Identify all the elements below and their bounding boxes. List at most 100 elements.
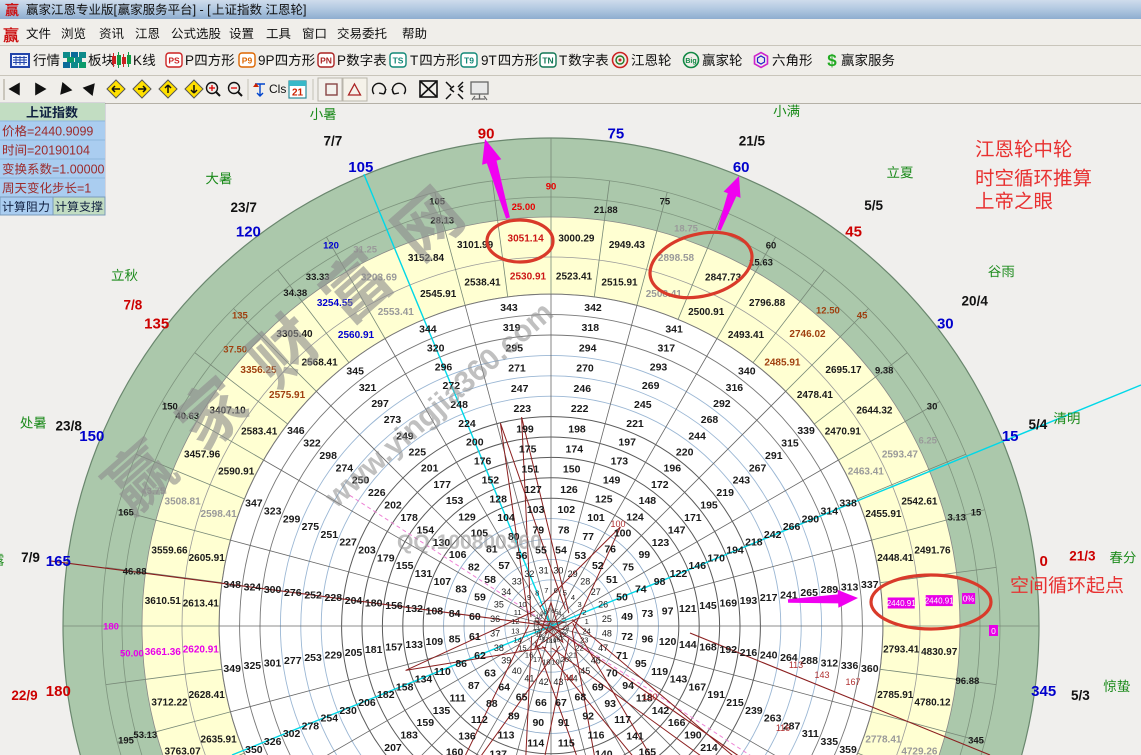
svg-text:326: 326	[264, 736, 282, 748]
svg-text:24: 24	[583, 626, 591, 635]
svg-text:217: 217	[760, 592, 778, 604]
svg-text:339: 339	[797, 425, 815, 437]
svg-text:101: 101	[587, 512, 605, 524]
svg-text:266: 266	[783, 521, 801, 533]
svg-text:53: 53	[575, 550, 587, 562]
svg-text:48: 48	[602, 629, 612, 639]
svg-text:113: 113	[789, 660, 803, 670]
svg-text:254: 254	[321, 713, 339, 725]
svg-text:166: 166	[668, 717, 686, 729]
svg-text:321: 321	[359, 382, 377, 394]
svg-text:2620.91: 2620.91	[183, 645, 220, 656]
svg-text:87: 87	[468, 680, 480, 692]
svg-text:346: 346	[287, 425, 305, 437]
svg-text:171: 171	[684, 512, 702, 524]
svg-text:75: 75	[608, 125, 625, 142]
svg-text:223: 223	[514, 403, 532, 415]
svg-text:215: 215	[726, 697, 744, 709]
svg-text:63: 63	[484, 668, 496, 680]
svg-text:35: 35	[494, 600, 504, 610]
svg-text:31: 31	[539, 565, 549, 575]
svg-text:193: 193	[740, 595, 758, 607]
svg-text:301: 301	[264, 657, 282, 669]
svg-text:116: 116	[588, 729, 605, 741]
svg-text:90: 90	[546, 181, 557, 192]
svg-text:119: 119	[651, 666, 668, 678]
svg-text:5/4: 5/4	[1029, 417, 1048, 432]
svg-text:30: 30	[553, 565, 563, 575]
svg-text:62: 62	[474, 650, 486, 662]
svg-text:297: 297	[371, 398, 389, 410]
svg-text:7/7: 7/7	[324, 133, 343, 148]
svg-text:347: 347	[245, 498, 263, 510]
svg-text:2695.17: 2695.17	[825, 365, 862, 376]
svg-text:167: 167	[689, 681, 707, 693]
svg-text:25: 25	[602, 614, 612, 624]
svg-text:116: 116	[776, 723, 790, 733]
svg-text:246: 246	[574, 383, 592, 395]
svg-text:9: 9	[527, 593, 531, 602]
svg-text:243: 243	[733, 475, 751, 487]
svg-text:345: 345	[968, 735, 985, 746]
svg-text:3.13: 3.13	[947, 513, 966, 524]
svg-text:2628.41: 2628.41	[189, 690, 226, 701]
svg-text:136: 136	[458, 730, 476, 742]
svg-text:6.25: 6.25	[918, 435, 937, 446]
svg-text:134: 134	[415, 674, 433, 686]
svg-text:177: 177	[433, 479, 451, 491]
svg-text:278: 278	[302, 720, 320, 732]
svg-text:3508.81: 3508.81	[165, 497, 202, 508]
svg-text:130: 130	[642, 692, 657, 702]
svg-text:343: 343	[500, 302, 518, 314]
svg-text:T: T	[559, 53, 567, 68]
svg-text:173: 173	[611, 456, 629, 468]
svg-text:Cls: Cls	[269, 82, 286, 96]
svg-text:61: 61	[469, 631, 481, 643]
svg-text:2545.91: 2545.91	[420, 289, 457, 300]
svg-text:226: 226	[368, 487, 386, 499]
svg-text:150: 150	[79, 428, 104, 445]
svg-text:60: 60	[766, 240, 777, 251]
svg-text:=1.00000: =1.00000	[52, 163, 105, 177]
svg-text:269: 269	[642, 380, 660, 392]
svg-text:296: 296	[435, 361, 453, 373]
svg-text:86: 86	[455, 658, 467, 670]
svg-text:21/5: 21/5	[739, 134, 766, 149]
svg-text:195: 195	[700, 500, 718, 512]
svg-text:228: 228	[325, 592, 343, 604]
svg-text:176: 176	[474, 456, 492, 468]
svg-text:23/8: 23/8	[56, 419, 83, 434]
svg-text:143: 143	[670, 674, 688, 686]
svg-text:99: 99	[638, 549, 650, 561]
svg-text:34: 34	[501, 587, 511, 597]
svg-text:98: 98	[654, 576, 666, 588]
svg-text:349: 349	[223, 663, 241, 675]
svg-text:292: 292	[713, 398, 731, 410]
svg-text:159: 159	[417, 717, 435, 729]
svg-text:172: 172	[651, 479, 669, 491]
svg-text:20: 20	[561, 655, 569, 664]
svg-text:155: 155	[396, 560, 414, 572]
svg-text:294: 294	[579, 342, 597, 354]
svg-text:53.13: 53.13	[133, 730, 157, 741]
svg-text:200: 200	[466, 437, 484, 449]
svg-text:7/8: 7/8	[124, 298, 143, 313]
svg-text:21: 21	[292, 88, 304, 99]
svg-text:196: 196	[664, 463, 682, 475]
svg-text:2538.41: 2538.41	[464, 277, 501, 288]
svg-text:143: 143	[814, 670, 829, 680]
svg-text:37: 37	[490, 629, 500, 639]
svg-text:33: 33	[512, 577, 522, 587]
svg-text:199: 199	[516, 423, 534, 435]
svg-text:0: 0	[991, 626, 996, 636]
svg-text:18.75: 18.75	[674, 224, 698, 235]
svg-text:19: 19	[552, 657, 560, 666]
svg-text:204: 204	[345, 595, 363, 607]
svg-text:3661.36: 3661.36	[145, 647, 182, 658]
svg-text:0: 0	[1040, 553, 1048, 570]
svg-text:3000.29: 3000.29	[558, 233, 595, 244]
svg-text:47: 47	[598, 643, 608, 653]
svg-text:240: 240	[760, 649, 778, 661]
svg-text:135: 135	[433, 705, 451, 717]
svg-text:206: 206	[358, 697, 376, 709]
